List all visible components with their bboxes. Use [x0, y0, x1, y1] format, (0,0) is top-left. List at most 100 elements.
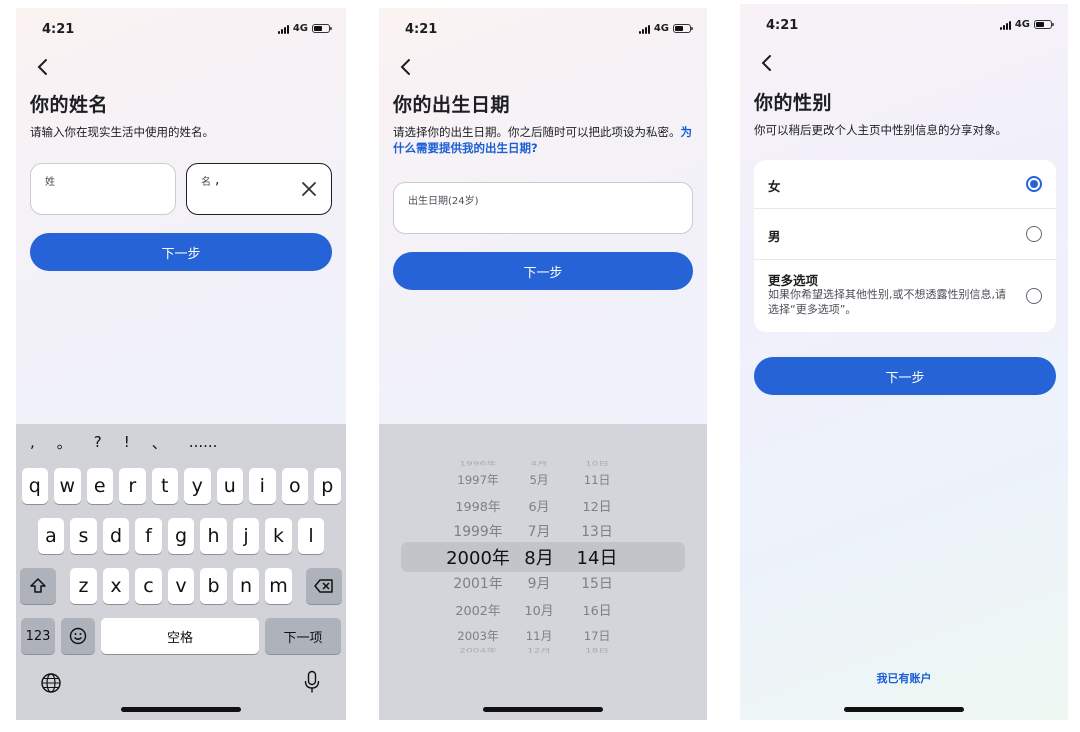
key[interactable]: b	[200, 568, 227, 604]
key[interactable]: u	[216, 468, 243, 504]
picker-item[interactable]: 1997年	[443, 471, 513, 488]
picker-item[interactable]: 4月	[517, 459, 561, 467]
next-field-key[interactable]: 下一项	[265, 618, 341, 654]
last-name-field[interactable]: 姓	[30, 163, 176, 215]
suggestion-item[interactable]: 、	[152, 432, 167, 453]
gender-option-female[interactable]: 女	[754, 160, 1056, 209]
next-button[interactable]: 下一步	[30, 233, 332, 271]
birthday-screen: 4:21 4G 你的出生日期 请选择你的出生日期。你之后随时可以把此项设为私密。…	[379, 8, 707, 720]
key[interactable]: d	[102, 518, 130, 554]
next-button[interactable]: 下一步	[393, 252, 693, 290]
text-cursor: ,	[215, 172, 220, 188]
picker-item[interactable]: 12月	[517, 647, 561, 655]
back-button[interactable]	[30, 54, 56, 80]
picker-item[interactable]: 1996年	[443, 459, 513, 467]
picker-item[interactable]: 6月	[517, 496, 561, 515]
key[interactable]: g	[167, 518, 195, 554]
birthday-field[interactable]: 出生日期(24岁)	[393, 182, 693, 234]
key[interactable]: o	[281, 468, 308, 504]
space-key[interactable]: 空格	[101, 618, 259, 654]
picker-item[interactable]: 7月	[517, 521, 561, 541]
suggestion-item[interactable]: ?	[94, 433, 102, 451]
back-button[interactable]	[754, 50, 780, 76]
status-time: 4:21	[42, 22, 75, 37]
key[interactable]: x	[102, 568, 130, 604]
key[interactable]: e	[86, 468, 113, 504]
suggestion-item[interactable]: ......	[189, 433, 218, 451]
suggestion-item[interactable]: !	[124, 433, 130, 451]
key[interactable]: m	[265, 568, 292, 604]
picker-item[interactable]: 5月	[517, 471, 561, 488]
microphone-icon[interactable]	[304, 670, 320, 694]
page-subtitle: 请输入你在现实生活中使用的姓名。	[30, 125, 214, 139]
key[interactable]: a	[37, 518, 65, 554]
subtitle-text: 请选择你的出生日期。你之后随时可以把此项设为私密。	[393, 125, 681, 139]
picker-item[interactable]: 1998年	[443, 496, 513, 515]
emoji-key[interactable]	[61, 618, 95, 654]
key[interactable]: h	[200, 518, 227, 554]
have-account-link[interactable]: 我已有账户	[740, 670, 1068, 686]
key[interactable]: r	[119, 468, 146, 504]
picker-item[interactable]: 10日	[571, 459, 623, 467]
key[interactable]: l	[297, 518, 325, 554]
key[interactable]: w	[54, 468, 81, 504]
key-row-2: a s d f g h j k l	[16, 518, 346, 554]
option-label: 男	[768, 229, 781, 244]
picker-item[interactable]: 11日	[571, 471, 623, 488]
picker-item[interactable]: 8月	[517, 544, 561, 570]
picker-item[interactable]: 10月	[517, 600, 561, 619]
clear-icon[interactable]	[299, 179, 319, 199]
picker-item[interactable]: 2001年	[443, 573, 513, 593]
picker-item[interactable]: 2002年	[443, 600, 513, 619]
suggestion-item[interactable]: 。	[57, 432, 72, 453]
picker-item[interactable]: 2004年	[443, 647, 513, 655]
picker-item[interactable]: 11月	[517, 627, 561, 644]
picker-item[interactable]: 17日	[571, 627, 623, 644]
page-subtitle: 请选择你的出生日期。你之后随时可以把此项设为私密。为什么需要提供我的出生日期?	[393, 124, 693, 156]
gender-option-male[interactable]: 男	[754, 209, 1056, 260]
first-name-field[interactable]: 名 ,	[186, 163, 332, 215]
key[interactable]: y	[184, 468, 211, 504]
radio-selected[interactable]	[1026, 176, 1042, 192]
backspace-key[interactable]	[305, 568, 342, 604]
key[interactable]: c	[135, 568, 162, 604]
key[interactable]: f	[135, 518, 162, 554]
battery-icon	[312, 24, 332, 33]
key[interactable]: i	[249, 468, 276, 504]
picker-item[interactable]: 18日	[571, 647, 623, 655]
picker-item[interactable]: 1999年	[443, 521, 513, 541]
back-button[interactable]	[393, 54, 419, 80]
battery-icon	[673, 24, 693, 33]
birthday-field-label: 出生日期(24岁)	[408, 196, 479, 207]
gender-option-more[interactable]: 更多选项 如果你希望选择其他性别,或不想透露性别信息,请选择“更多选项”。	[754, 260, 1056, 332]
shift-key[interactable]	[20, 568, 57, 604]
key[interactable]: n	[232, 568, 260, 604]
key[interactable]: v	[167, 568, 195, 604]
radio-unselected[interactable]	[1026, 226, 1042, 242]
next-button[interactable]: 下一步	[754, 357, 1056, 395]
picker-item[interactable]: 2003年	[443, 627, 513, 644]
backspace-icon	[314, 579, 333, 593]
key[interactable]: k	[265, 518, 292, 554]
key[interactable]: p	[314, 468, 341, 504]
status-time: 4:21	[405, 22, 438, 37]
picker-item[interactable]: 2000年	[443, 544, 513, 570]
key[interactable]: j	[232, 518, 260, 554]
picker-item[interactable]: 9月	[517, 573, 561, 593]
key[interactable]: t	[151, 468, 178, 504]
picker-item[interactable]: 14日	[571, 544, 623, 570]
date-picker[interactable]: 1996年 1997年 1998年 1999年 2000年 2001年 2002年 2003年…	[379, 424, 707, 720]
numbers-key[interactable]: 123	[21, 618, 55, 654]
key[interactable]: z	[70, 568, 97, 604]
home-indicator	[844, 707, 964, 712]
suggestion-item[interactable]: ,	[30, 433, 35, 451]
name-screen: 4:21 4G 你的姓名 请输入你在现实生活中使用的姓名。 姓 名 , 下一步 …	[16, 8, 346, 720]
picker-item[interactable]: 13日	[571, 521, 623, 541]
globe-icon[interactable]	[40, 672, 62, 694]
key[interactable]: q	[21, 468, 48, 504]
picker-item[interactable]: 16日	[571, 600, 623, 619]
key[interactable]: s	[70, 518, 97, 554]
radio-unselected[interactable]	[1026, 288, 1042, 304]
picker-item[interactable]: 15日	[571, 573, 623, 593]
picker-item[interactable]: 12日	[571, 496, 623, 515]
